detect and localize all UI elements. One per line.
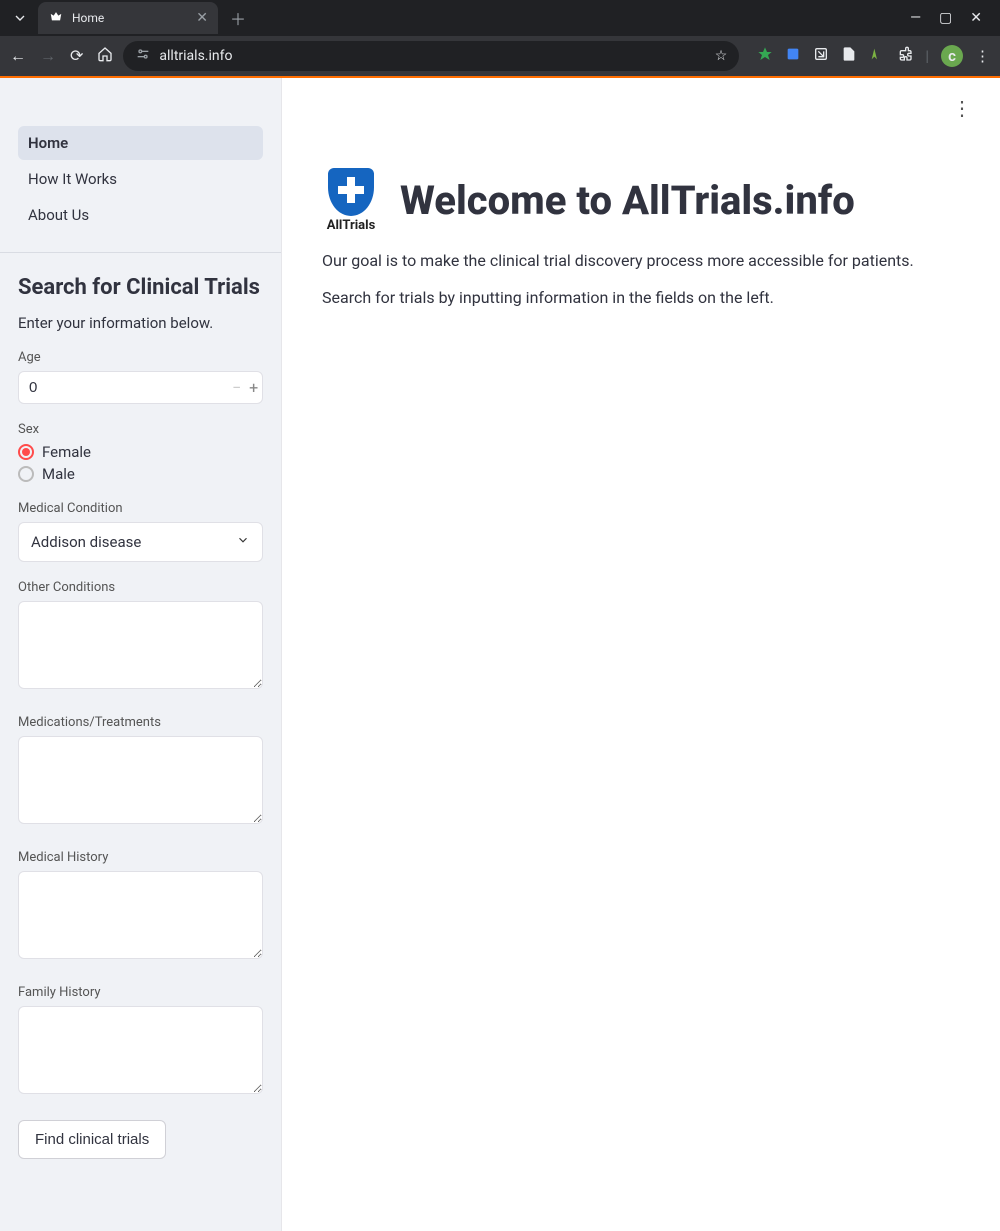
extension-icon[interactable]: [813, 46, 829, 66]
chevron-down-icon: [236, 533, 250, 551]
site-settings-icon[interactable]: [135, 46, 151, 66]
medications-label: Medications/Treatments: [18, 715, 263, 730]
family-history-textarea[interactable]: [18, 1006, 263, 1094]
find-trials-button[interactable]: Find clinical trials: [18, 1120, 166, 1159]
shield-plus-icon: [328, 168, 374, 216]
extension-icon[interactable]: [785, 46, 801, 66]
minimize-icon[interactable]: —: [910, 10, 921, 26]
back-icon[interactable]: ←: [10, 46, 26, 66]
profile-avatar[interactable]: c: [941, 45, 963, 67]
age-plus-icon[interactable]: +: [245, 378, 262, 397]
radio-icon: [18, 444, 34, 460]
nav-label: How It Works: [28, 170, 117, 188]
divider: [0, 252, 281, 253]
radio-icon: [18, 466, 34, 482]
nav-group: Home How It Works About Us: [18, 126, 263, 232]
other-conditions-textarea[interactable]: [18, 601, 263, 689]
age-label: Age: [18, 350, 263, 365]
intro-paragraph-1: Our goal is to make the clinical trial d…: [322, 251, 960, 270]
browser-toolbar: ← → ⟳ alltrials.info ☆: [0, 36, 1000, 76]
browser-chrome: Home ✕ ＋ — ▢ ✕ ← → ⟳ alltrials.info ☆: [0, 0, 1000, 78]
address-bar[interactable]: alltrials.info ☆: [123, 41, 739, 71]
page-container: Home How It Works About Us Search for Cl…: [0, 78, 1000, 1231]
age-input-wrapper: − +: [18, 371, 263, 404]
radio-female[interactable]: Female: [18, 443, 263, 461]
reload-icon[interactable]: ⟳: [70, 46, 83, 66]
bookmark-icon[interactable]: ☆: [715, 48, 728, 64]
sidebar: Home How It Works About Us Search for Cl…: [0, 78, 282, 1231]
sex-radio-group: Female Male: [18, 443, 263, 483]
extension-icon[interactable]: [869, 46, 885, 66]
medical-condition-select[interactable]: Addison disease: [18, 522, 263, 562]
close-tab-icon[interactable]: ✕: [196, 10, 208, 26]
favicon-icon: [48, 10, 64, 26]
app-menu-icon[interactable]: ⋮: [952, 96, 972, 120]
new-tab-button[interactable]: ＋: [224, 4, 252, 32]
sidebar-item-home[interactable]: Home: [18, 126, 263, 160]
other-conditions-label: Other Conditions: [18, 580, 263, 595]
search-heading: Search for Clinical Trials: [18, 275, 263, 300]
medical-history-textarea[interactable]: [18, 871, 263, 959]
browser-tab[interactable]: Home ✕: [38, 2, 218, 34]
radio-label: Female: [42, 443, 91, 461]
medical-condition-label: Medical Condition: [18, 501, 263, 516]
radio-male[interactable]: Male: [18, 465, 263, 483]
tab-strip: Home ✕ ＋ — ▢ ✕: [0, 0, 1000, 36]
forward-icon[interactable]: →: [40, 46, 56, 66]
nav-label: About Us: [28, 206, 89, 224]
extension-icon[interactable]: [757, 46, 773, 66]
page-title: Welcome to AllTrials.info: [400, 177, 855, 224]
browser-menu-icon[interactable]: ⋮: [975, 47, 990, 65]
extensions-menu-icon[interactable]: [897, 46, 913, 66]
select-value: Addison disease: [31, 533, 141, 551]
family-history-label: Family History: [18, 985, 263, 1000]
sex-label: Sex: [18, 422, 263, 437]
sidebar-item-how-it-works[interactable]: How It Works: [18, 162, 263, 196]
tabs-dropdown-button[interactable]: [8, 6, 32, 30]
sidebar-item-about-us[interactable]: About Us: [18, 198, 263, 232]
radio-label: Male: [42, 465, 75, 483]
logo: AllTrials: [322, 168, 380, 233]
nav-label: Home: [28, 134, 68, 152]
age-minus-icon[interactable]: −: [228, 378, 245, 397]
home-icon[interactable]: [97, 46, 113, 66]
main-content: ⋮ AllTrials Welcome to AllTrials.info Ou…: [282, 78, 1000, 1231]
medical-history-label: Medical History: [18, 850, 263, 865]
search-sub: Enter your information below.: [18, 314, 263, 332]
hero: AllTrials Welcome to AllTrials.info: [322, 168, 960, 233]
age-input[interactable]: [29, 379, 228, 396]
tab-title: Home: [72, 11, 188, 25]
intro-paragraph-2: Search for trials by inputting informati…: [322, 288, 960, 307]
extension-icon[interactable]: [841, 46, 857, 66]
url-text: alltrials.info: [159, 48, 232, 64]
logo-caption: AllTrials: [327, 218, 376, 233]
close-window-icon[interactable]: ✕: [970, 10, 982, 26]
button-label: Find clinical trials: [35, 1131, 149, 1148]
maximize-icon[interactable]: ▢: [939, 10, 952, 26]
window-controls: — ▢ ✕: [910, 10, 992, 26]
medications-textarea[interactable]: [18, 736, 263, 824]
